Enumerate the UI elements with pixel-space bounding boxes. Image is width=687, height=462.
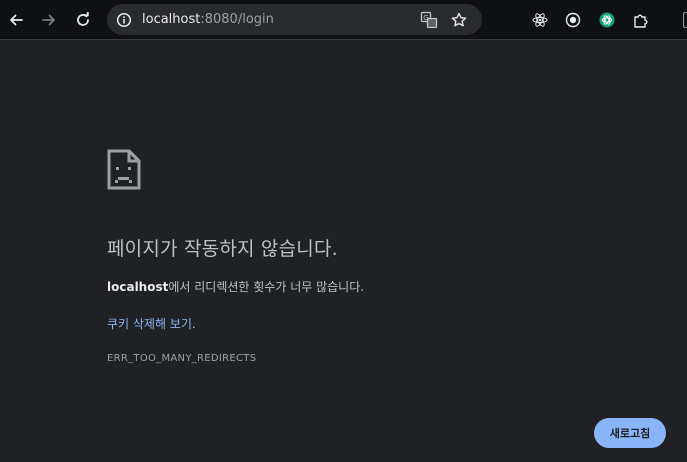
- forward-arrow-icon[interactable]: [37, 8, 61, 32]
- bookmark-star-icon[interactable]: [448, 9, 470, 31]
- url-host: localhost: [142, 12, 201, 27]
- error-page: 페이지가 작동하지 않습니다. localhost에서 리디렉션한 횟수가 너무…: [0, 41, 687, 462]
- sad-document-icon: [107, 149, 141, 194]
- link-period: .: [191, 317, 196, 331]
- address-bar[interactable]: localhost:8080/login G: [107, 4, 482, 35]
- url-path: :8080/login: [200, 12, 274, 27]
- translate-icon[interactable]: G: [418, 9, 440, 31]
- reload-button[interactable]: 새로고침: [594, 418, 666, 448]
- svg-text:G: G: [423, 14, 428, 22]
- browser-toolbar: localhost:8080/login G: [0, 0, 687, 40]
- error-host: localhost: [107, 280, 169, 294]
- clear-cookies-suggestion: 쿠키 삭제해 보기.: [107, 315, 196, 332]
- error-description: localhost에서 리디렉션한 횟수가 너무 많습니다.: [107, 278, 364, 295]
- clear-cookies-link[interactable]: 쿠키 삭제해 보기: [107, 317, 192, 331]
- record-icon[interactable]: [562, 9, 584, 31]
- tab-edge-icon: [683, 12, 687, 28]
- chatgpt-icon[interactable]: [596, 9, 618, 31]
- error-code: ERR_TOO_MANY_REDIRECTS: [107, 353, 257, 364]
- site-info-icon[interactable]: [113, 9, 135, 31]
- url-text[interactable]: localhost:8080/login: [142, 11, 274, 28]
- back-arrow-icon[interactable]: [4, 8, 28, 32]
- reload-icon[interactable]: [71, 8, 95, 32]
- error-desc-text: 에서 리디렉션한 횟수가 너무 많습니다.: [168, 280, 365, 294]
- error-title: 페이지가 작동하지 않습니다.: [107, 238, 338, 260]
- react-devtools-icon[interactable]: [529, 9, 551, 31]
- extensions-puzzle-icon[interactable]: [630, 9, 652, 31]
